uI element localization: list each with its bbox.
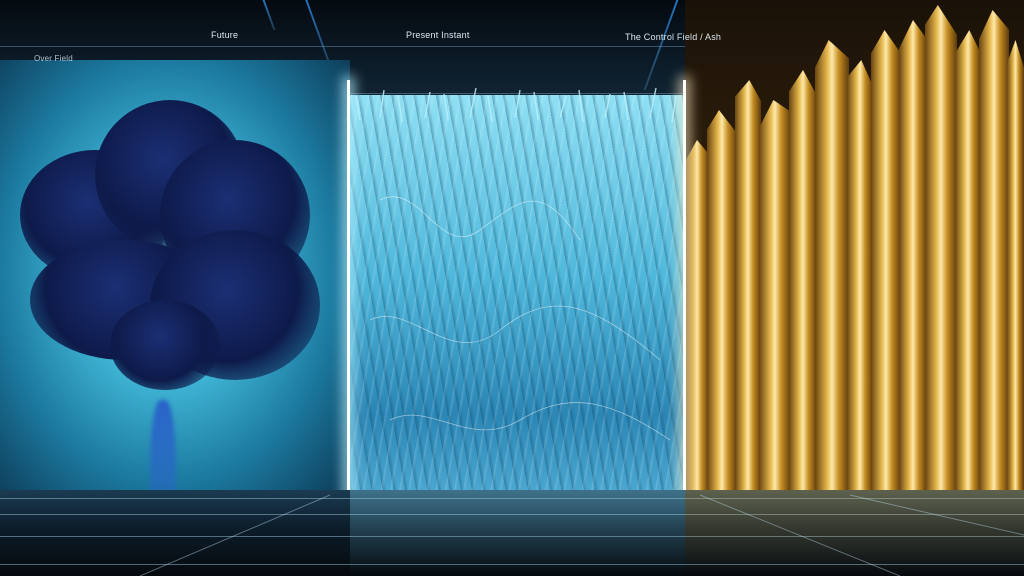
crystal-column [847,60,873,500]
smoke-cloud [110,300,220,390]
smoke-panel [0,60,350,570]
crystal-panel [685,0,1024,500]
crystal-column [955,30,981,500]
crystal-column [789,70,817,500]
right-panel-edge [683,80,686,500]
crystal-column [759,100,791,500]
water-reflection [350,490,685,576]
triptych-scene: Future Present Instant The Control Field… [0,0,1024,576]
crystal-column [1007,40,1024,500]
water-panel [350,95,685,495]
crystal-column [899,20,927,500]
crystal-column [707,110,737,500]
ceiling-line [0,46,690,47]
crystal-column [815,40,849,500]
crystal-column [871,30,901,500]
crystal-column [925,5,957,500]
label-future: Future [211,30,239,40]
label-left-field: Over Field [34,54,73,63]
label-present-instant: Present Instant [406,30,470,40]
left-panel-edge [347,80,350,500]
label-control-field: The Control Field / Ash [625,32,722,42]
ceiling-beam [262,0,276,30]
ceiling-beam [643,0,679,90]
crystal-reflection [685,490,1024,576]
crystal-column [979,10,1009,500]
crystal-column [685,140,709,500]
crystal-column [735,80,761,500]
